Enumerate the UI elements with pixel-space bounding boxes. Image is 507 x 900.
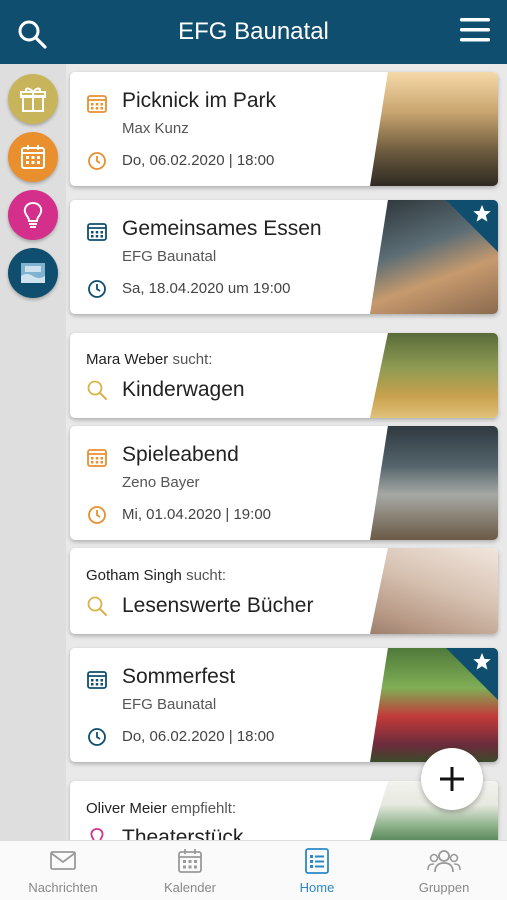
list-icon [305,848,329,874]
request-author: Mara Weber [86,351,169,368]
page-title: EFG Baunatal [178,18,329,45]
lightbulb-icon [90,828,104,840]
event-organizer: EFG Baunatal [122,696,217,713]
clock-icon [88,506,106,524]
calendar-icon [21,145,45,169]
recommendation-author: Oliver Meier [86,800,167,817]
event-card[interactable]: Picknick im Park Max Kunz Do, 06.02.2020… [70,72,498,186]
event-datetime: Sa, 18.04.2020 um 19:00 [122,280,291,297]
recommendation-title: Theaterstück [122,826,244,840]
event-card[interactable]: Gemeinsames Essen EFG Baunatal Sa, 18.04… [70,200,498,314]
request-verb: sucht: [186,567,227,584]
tab-label: Nachrichten [28,880,98,895]
request-title: Lesenswerte Bücher [122,594,314,617]
event-title: Sommerfest [122,665,236,688]
bottom-tab-bar: Nachrichten Kalender Home Gruppen [0,840,507,900]
event-title: Picknick im Park [122,89,277,112]
event-card[interactable]: Spieleabend Zeno Bayer Mi, 01.04.2020 | … [70,426,498,540]
idea-category-button[interactable] [8,190,58,240]
tab-label: Gruppen [418,880,470,895]
calendar-category-button[interactable] [8,132,58,182]
recommendation-author-line: Oliver Meier empfiehlt: [86,800,236,817]
request-verb: sucht: [172,351,213,368]
calendar-icon [87,449,107,467]
clock-icon [88,728,106,746]
request-photo [370,548,498,634]
search-request-card[interactable]: Mara Weber sucht: Kinderwagen [70,333,498,418]
app-header: EFG Baunatal [0,0,507,64]
calendar-icon [87,671,107,689]
request-author-line: Gotham Singh sucht: [86,567,226,584]
tab-calendar[interactable]: Kalender [127,841,253,900]
search-icon [87,380,107,400]
lightbulb-icon [23,201,43,228]
star-icon [473,652,491,670]
event-organizer: EFG Baunatal [122,248,217,265]
envelope-icon [50,851,76,870]
menu-icon[interactable] [459,16,491,44]
plus-icon [440,767,464,791]
group-icon [427,850,461,873]
calendar-icon [87,223,107,241]
star-icon [473,204,491,222]
gift-icon [20,87,46,112]
tab-label: Home [299,880,335,895]
baptism-icon [21,263,45,283]
category-rail [0,64,66,840]
event-datetime: Do, 06.02.2020 | 18:00 [122,728,275,745]
calendar-icon [178,849,202,873]
gift-category-button[interactable] [8,74,58,124]
request-author: Gotham Singh [86,567,182,584]
event-card[interactable]: Sommerfest EFG Baunatal Do, 06.02.2020 |… [70,648,498,762]
clock-icon [88,152,106,170]
clock-icon [88,280,106,298]
baptism-category-button[interactable] [8,248,58,298]
request-photo [370,333,498,418]
request-author-line: Mara Weber sucht: [86,351,212,368]
calendar-icon [87,95,107,113]
tab-messages[interactable]: Nachrichten [0,841,126,900]
event-photo [370,72,498,186]
tab-label: Kalender [163,880,217,895]
event-datetime: Do, 06.02.2020 | 18:00 [122,152,275,169]
search-request-card[interactable]: Gotham Singh sucht: Lesenswerte Bücher [70,548,498,634]
event-photo [370,426,498,540]
event-organizer: Max Kunz [122,120,189,137]
event-datetime: Mi, 01.04.2020 | 19:00 [122,506,272,523]
tab-home[interactable]: Home [254,841,380,900]
tab-groups[interactable]: Gruppen [381,841,507,900]
request-title: Kinderwagen [122,378,245,401]
event-organizer: Zeno Bayer [122,474,200,491]
event-title: Gemeinsames Essen [122,217,322,240]
recommendation-verb: empfiehlt: [171,800,237,817]
event-title: Spieleabend [122,443,239,466]
add-button[interactable] [421,748,483,810]
search-icon [87,596,107,616]
